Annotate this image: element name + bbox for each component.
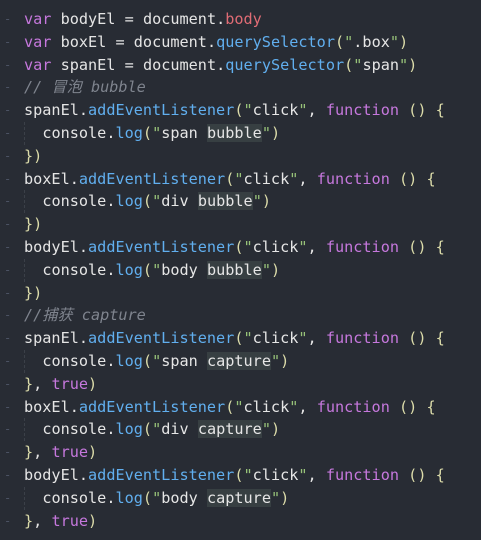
code-line[interactable]: console.log("span bubble") xyxy=(24,122,280,145)
code-line[interactable]: console.log("body capture") xyxy=(24,487,289,510)
gutter-marker: - xyxy=(4,80,12,95)
code-line[interactable]: var bodyEl = document.body xyxy=(24,8,262,31)
code-line[interactable]: }, true) xyxy=(24,373,97,396)
gutter-marker: - xyxy=(4,422,12,437)
code-line[interactable]: boxEl.addEventListener("click", function… xyxy=(24,168,436,191)
gutter-marker: - xyxy=(4,354,12,368)
code-line[interactable]: console.log("body bubble") xyxy=(24,259,280,282)
gutter-marker: - xyxy=(4,126,12,140)
gutter-marker: - xyxy=(4,376,12,391)
code-line[interactable]: boxEl.addEventListener("click", function… xyxy=(24,396,436,419)
gutter-marker: - xyxy=(4,285,12,300)
code-line[interactable]: console.log("div bubble") xyxy=(24,190,271,213)
code-line[interactable]: }) xyxy=(24,145,42,168)
code-line[interactable]: //捕获 capture xyxy=(24,304,146,327)
code-editor[interactable]: - var bodyEl = document.body - var boxEl = … xyxy=(0,0,481,540)
code-line[interactable]: console.log("div capture") xyxy=(24,418,280,441)
gutter-marker: - xyxy=(4,331,12,346)
gutter-marker: - xyxy=(4,308,12,323)
gutter-marker: - xyxy=(4,103,12,118)
gutter-marker: - xyxy=(4,240,12,254)
gutter-marker: - xyxy=(4,148,12,163)
code-line[interactable]: bodyEl.addEventListener("click", functio… xyxy=(24,464,445,487)
code-line[interactable]: spanEl.addEventListener("click", functio… xyxy=(24,99,445,122)
code-line[interactable]: console.log("span capture") xyxy=(24,350,289,373)
gutter-marker: - xyxy=(4,468,12,482)
code-line[interactable]: bodyEl.addEventListener("click", functio… xyxy=(24,236,445,259)
code-line[interactable]: var boxEl = document.querySelector(".box… xyxy=(24,31,408,54)
gutter-marker: - xyxy=(4,399,12,414)
code-line[interactable]: // 冒泡 bubble xyxy=(24,76,146,99)
code-line[interactable]: }) xyxy=(24,213,42,236)
gutter-marker: - xyxy=(4,171,12,186)
gutter-marker: - xyxy=(4,513,12,528)
code-line[interactable]: }, true) xyxy=(24,441,97,464)
gutter-marker: - xyxy=(4,12,12,26)
gutter-marker: - xyxy=(4,34,12,49)
gutter-marker: - xyxy=(4,57,12,72)
code-line[interactable]: }, true) xyxy=(24,510,97,533)
gutter-marker: - xyxy=(4,445,12,460)
code-line[interactable]: spanEl.addEventListener("click", functio… xyxy=(24,327,445,350)
gutter-marker: - xyxy=(4,217,12,232)
code-line[interactable]: }) xyxy=(24,282,42,305)
gutter-marker: - xyxy=(4,194,12,209)
code-line[interactable]: var spanEl = document.querySelector("spa… xyxy=(24,54,417,77)
gutter-marker: - xyxy=(4,262,12,277)
gutter-marker: - xyxy=(4,490,12,505)
